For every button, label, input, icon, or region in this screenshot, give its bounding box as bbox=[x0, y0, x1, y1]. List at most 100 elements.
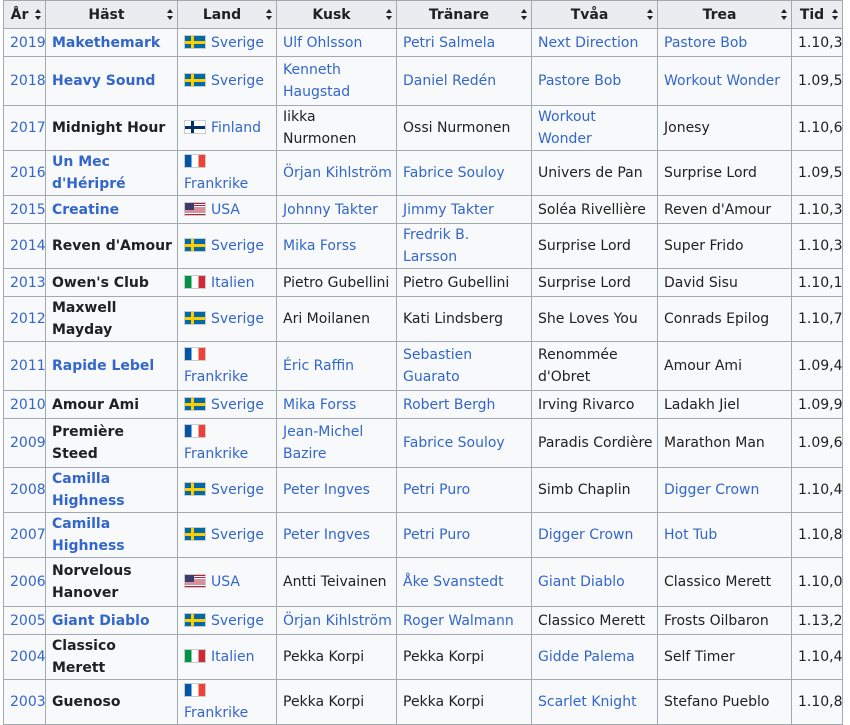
driver-link[interactable]: Peter Ingves bbox=[283, 482, 370, 498]
horse-text: Maxwell Mayday bbox=[52, 300, 117, 338]
country-link[interactable]: Sverige bbox=[211, 397, 264, 413]
trainer-link[interactable]: Roger Walmann bbox=[403, 613, 514, 629]
horse-link[interactable]: Heavy Sound bbox=[52, 73, 155, 89]
country-link[interactable]: Frankrike bbox=[184, 369, 248, 385]
country-link[interactable]: Italien bbox=[211, 649, 254, 665]
country-cell: Frankrike bbox=[177, 150, 277, 196]
year-link[interactable]: 2005 bbox=[10, 613, 45, 629]
country-link[interactable]: Sverige bbox=[211, 482, 264, 498]
country-link[interactable]: Sverige bbox=[211, 311, 264, 327]
second-place-link[interactable]: Digger Crown bbox=[538, 527, 633, 543]
time-text: 1.10,4 bbox=[798, 649, 843, 665]
trainer-link[interactable]: Fabrice Souloy bbox=[403, 435, 505, 451]
year-link[interactable]: 2003 bbox=[10, 694, 45, 710]
horse-link[interactable]: Rapide Lebel bbox=[52, 358, 154, 374]
column-header-country[interactable]: Land bbox=[177, 0, 277, 29]
trainer-link[interactable]: Sebastien Guarato bbox=[403, 347, 472, 385]
year-link[interactable]: 2018 bbox=[10, 73, 45, 89]
trainer-link[interactable]: Petri Puro bbox=[403, 482, 470, 498]
year-link[interactable]: 2017 bbox=[10, 120, 45, 136]
trainer-link[interactable]: Åke Svanstedt bbox=[403, 574, 504, 590]
horse-link[interactable]: Makethemark bbox=[52, 35, 160, 51]
third-place-link[interactable]: Hot Tub bbox=[664, 527, 717, 543]
country-link[interactable]: Italien bbox=[211, 275, 254, 291]
driver-link[interactable]: Jean-Michel Bazire bbox=[283, 424, 363, 462]
year-link[interactable]: 2007 bbox=[10, 527, 45, 543]
column-header-second[interactable]: Tvåa bbox=[531, 0, 658, 29]
driver-link[interactable]: Peter Ingves bbox=[283, 527, 370, 543]
third-place-text: Marathon Man bbox=[664, 435, 765, 451]
trainer-link[interactable]: Fredrik B. Larsson bbox=[403, 227, 469, 265]
year-link[interactable]: 2013 bbox=[10, 275, 45, 291]
horse-link[interactable]: Camilla Highness bbox=[52, 471, 125, 509]
year-link[interactable]: 2010 bbox=[10, 397, 45, 413]
third-place-link[interactable]: Digger Crown bbox=[664, 482, 759, 498]
trainer-link[interactable]: Fabrice Souloy bbox=[403, 165, 505, 181]
time-cell: 1.09,4 bbox=[791, 341, 843, 391]
year-link[interactable]: 2019 bbox=[10, 35, 45, 51]
driver-link[interactable]: Kenneth Haugstad bbox=[283, 62, 350, 100]
driver-link[interactable]: Johnny Takter bbox=[283, 202, 378, 218]
horse-link[interactable]: Giant Diablo bbox=[52, 613, 150, 629]
driver-link[interactable]: Örjan Kihlström bbox=[283, 613, 392, 629]
country-link[interactable]: Sverige bbox=[211, 527, 264, 543]
driver-text: Iikka Nurmonen bbox=[283, 109, 357, 147]
third-place-text: Frosts Oilbaron bbox=[664, 612, 769, 629]
column-header-trainer[interactable]: Tränare bbox=[396, 0, 532, 29]
year-link[interactable]: 2006 bbox=[10, 574, 45, 590]
country-link[interactable]: USA bbox=[211, 574, 240, 590]
column-header-third[interactable]: Trea bbox=[657, 0, 792, 29]
year-link[interactable]: 2004 bbox=[10, 649, 45, 665]
driver-link[interactable]: Ulf Ohlsson bbox=[283, 35, 362, 51]
second-place-link[interactable]: Pastore Bob bbox=[538, 73, 621, 89]
trainer-link[interactable]: Petri Puro bbox=[403, 527, 470, 543]
second-place-link[interactable]: Giant Diablo bbox=[538, 574, 625, 590]
country-link[interactable]: Frankrike bbox=[184, 176, 248, 192]
country-link[interactable]: Frankrike bbox=[184, 705, 248, 721]
year-link[interactable]: 2012 bbox=[10, 311, 45, 327]
year-link[interactable]: 2009 bbox=[10, 435, 45, 451]
horse-cell: Midnight Hour bbox=[45, 105, 178, 151]
table-row: 2006 Norvelous Hanover USA Antti Teivainen Å… bbox=[3, 557, 843, 607]
year-link[interactable]: 2014 bbox=[10, 238, 45, 254]
year-link[interactable]: 2011 bbox=[10, 358, 45, 374]
horse-cell: Rapide Lebel bbox=[45, 341, 178, 391]
column-header-year[interactable]: År bbox=[3, 0, 46, 29]
year-link[interactable]: 2015 bbox=[10, 202, 45, 218]
year-link[interactable]: 2008 bbox=[10, 482, 45, 498]
horse-link[interactable]: Creatine bbox=[52, 202, 119, 218]
column-header-time[interactable]: Tid bbox=[791, 0, 843, 29]
table-row: 2017 Midnight Hour Finland Iikka Nurmonen Os… bbox=[3, 105, 843, 151]
country-link[interactable]: Frankrike bbox=[184, 446, 248, 462]
column-header-horse[interactable]: Häst bbox=[45, 0, 178, 29]
time-text: 1.10,8 bbox=[798, 527, 843, 543]
flag-fr-icon bbox=[184, 154, 206, 168]
horse-link[interactable]: Camilla Highness bbox=[52, 516, 125, 554]
country-link[interactable]: Sverige bbox=[211, 238, 264, 254]
second-place-link[interactable]: Next Direction bbox=[538, 35, 638, 51]
country-link[interactable]: Sverige bbox=[211, 613, 264, 629]
second-place-link[interactable]: Gidde Palema bbox=[538, 649, 635, 665]
third-place-link[interactable]: Workout Wonder bbox=[664, 73, 780, 89]
year-link[interactable]: 2016 bbox=[10, 165, 45, 181]
time-text: 1.09,5 bbox=[798, 73, 843, 89]
country-link[interactable]: USA bbox=[211, 202, 240, 218]
second-place-link[interactable]: Workout Wonder bbox=[538, 109, 596, 147]
second-place-link[interactable]: Scarlet Knight bbox=[538, 694, 637, 710]
driver-link[interactable]: Éric Raffin bbox=[283, 358, 354, 374]
trainer-link[interactable]: Petri Salmela bbox=[403, 35, 495, 51]
third-place-link[interactable]: Pastore Bob bbox=[664, 35, 747, 51]
column-header-driver[interactable]: Kusk bbox=[276, 0, 397, 29]
country-link[interactable]: Sverige bbox=[211, 35, 264, 51]
trainer-link[interactable]: Jimmy Takter bbox=[403, 202, 494, 218]
trainer-link[interactable]: Daniel Redén bbox=[403, 73, 496, 89]
country-link[interactable]: Sverige bbox=[211, 73, 264, 89]
horse-link[interactable]: Un Mec d'Héripré bbox=[52, 154, 126, 192]
country-link[interactable]: Finland bbox=[211, 120, 261, 136]
driver-link[interactable]: Mika Forss bbox=[283, 238, 356, 254]
year-cell: 2004 bbox=[3, 634, 46, 680]
driver-link[interactable]: Örjan Kihlström bbox=[283, 165, 392, 181]
winners-table: År Häst Land Kusk Tränare Tvåa Trea Tid … bbox=[3, 0, 843, 725]
trainer-link[interactable]: Robert Bergh bbox=[403, 397, 495, 413]
driver-link[interactable]: Mika Forss bbox=[283, 397, 356, 413]
